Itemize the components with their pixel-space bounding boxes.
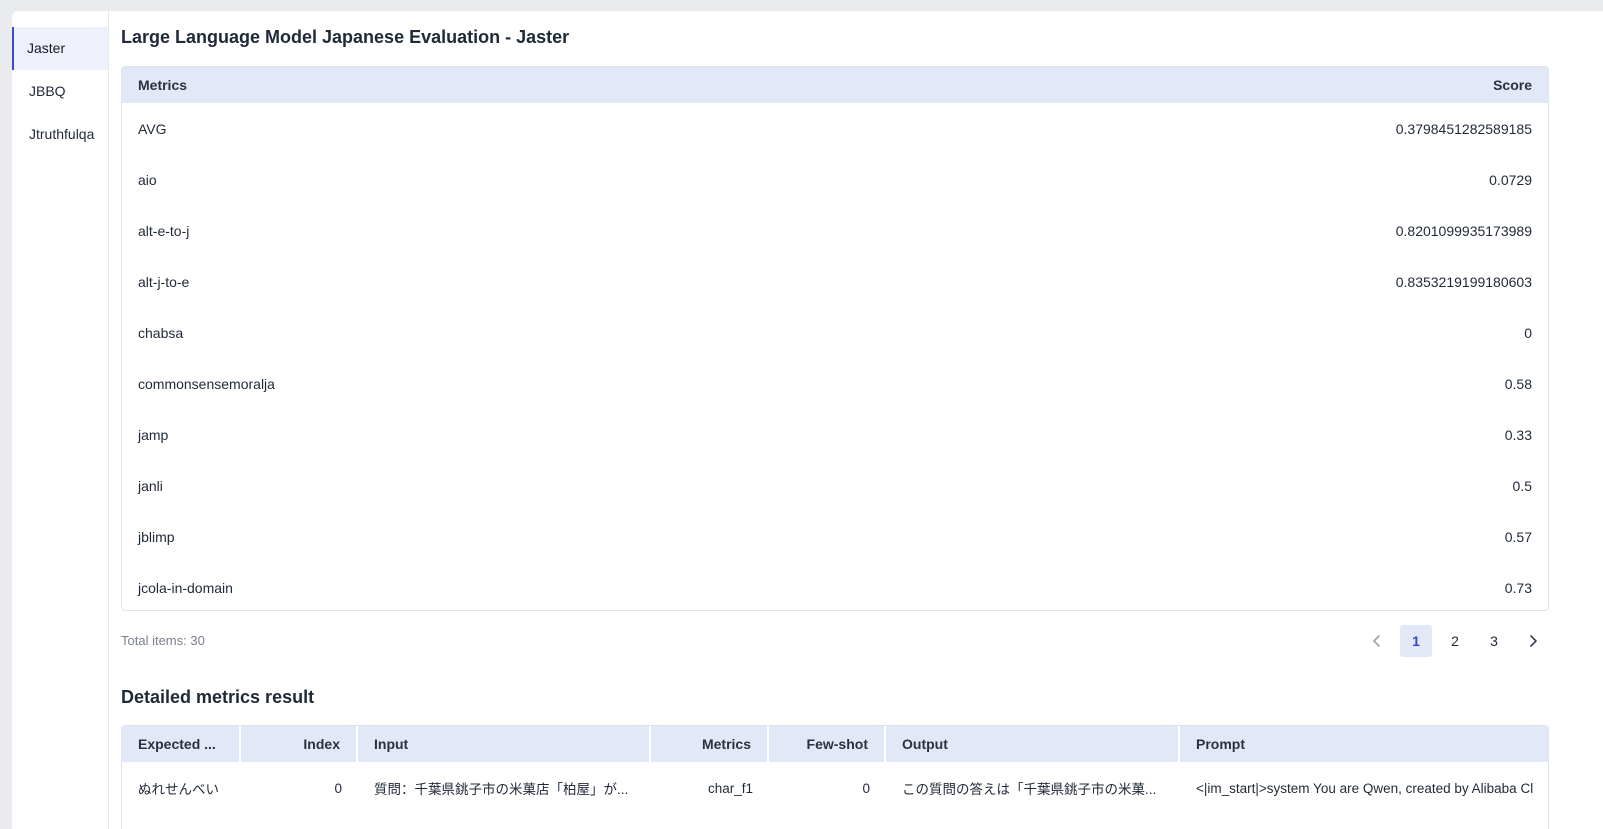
table-row: chabsa 0 [122,307,1548,358]
table-row: jblimp 0.57 [122,511,1548,562]
metric-score: 0.3798451282589185 [1395,120,1532,137]
table-row: jamp 0.33 [122,409,1548,460]
metric-name: alt-j-to-e [138,273,190,290]
app-frame: Jaster JBBQ Jtruthfulqa Large Language M… [12,11,1603,829]
sidebar: Jaster JBBQ Jtruthfulqa [12,11,109,829]
metric-name: alt-e-to-j [138,222,190,239]
column-header-index[interactable]: Index [241,726,358,762]
table-row: jcola-in-domain 0.73 [122,562,1548,610]
table-row: commonsensemoralja 0.58 [122,358,1548,409]
metric-name: jcola-in-domain [138,579,233,596]
table-row: alt-j-to-e 0.8353219199180603 [122,256,1548,307]
prev-page-button[interactable] [1361,625,1393,657]
metric-score: 0.33 [1504,426,1532,443]
metrics-table-header: Metrics Score [122,67,1548,103]
column-header-score[interactable]: Score [1493,77,1532,93]
table-row: ぬれせんべい 0 質問：千葉県銚子市の米菓店「柏屋」が... char_f1 0… [122,762,1548,814]
cell-prompt: <|im_start|>system You are Qwen, created… [1196,780,1534,796]
page-button-1[interactable]: 1 [1400,625,1432,657]
next-page-button[interactable] [1517,625,1549,657]
cell-few-shot: 0 [862,780,870,796]
page-button-2[interactable]: 2 [1439,625,1471,657]
column-header-metrics[interactable]: Metrics [138,77,187,93]
sidebar-item-jtruthfulqa[interactable]: Jtruthfulqa [12,113,108,156]
chevron-left-icon [1373,635,1380,647]
metric-score: 0.8201099935173989 [1395,222,1532,239]
table-row: alt-e-to-j 0.8201099935173989 [122,205,1548,256]
sidebar-item-jaster[interactable]: Jaster [12,27,108,70]
cell-index: 0 [334,780,342,796]
chevron-right-icon [1530,635,1537,647]
table-row: AVG 0.3798451282589185 [122,103,1548,154]
table-row: aio 0.0729 [122,154,1548,205]
metric-score: 0.57 [1504,528,1532,545]
table-row: janli 0.5 [122,460,1548,511]
cell-input: 質問：千葉県銚子市の米菓店「柏屋」が... [374,782,629,797]
column-header-input[interactable]: Input [358,726,651,762]
metric-name: chabsa [138,324,184,341]
detail-section-title: Detailed metrics result [121,687,315,707]
pagination: 1 2 3 [1361,625,1549,657]
metric-name: commonsensemoralja [138,375,275,392]
column-header-prompt[interactable]: Prompt [1180,726,1548,762]
column-header-metrics[interactable]: Metrics [651,726,769,762]
metric-score: 0 [1524,324,1532,341]
column-header-output[interactable]: Output [886,726,1180,762]
metric-score: 0.73 [1504,579,1532,596]
column-header-few-shot[interactable]: Few-shot [769,726,886,762]
column-header-expected[interactable]: Expected ... [122,726,241,762]
metric-score: 0.58 [1504,375,1532,392]
cell-expected: ぬれせんべい [138,782,219,797]
detail-table-header: Expected ... Index Input Metrics Few-sho… [122,726,1548,762]
metric-score: 0.8353219199180603 [1395,273,1532,290]
total-items-label: Total items: 30 [121,633,205,648]
cell-output: この質問の答えは「千葉県銚子市の米菓... [902,782,1157,797]
page-title: Large Language Model Japanese Evaluation… [121,27,570,47]
metric-name: AVG [138,120,167,137]
metric-score: 0.0729 [1489,171,1532,188]
sidebar-item-jbbq[interactable]: JBBQ [12,70,108,113]
metric-name: jblimp [138,528,175,545]
metric-score: 0.5 [1512,477,1532,494]
detail-table: Expected ... Index Input Metrics Few-sho… [121,725,1549,829]
metric-name: aio [138,171,157,188]
page-button-3[interactable]: 3 [1478,625,1510,657]
metric-name: jamp [138,426,169,443]
metrics-table: Metrics Score AVG 0.3798451282589185 aio… [121,66,1549,611]
metric-name: janli [138,477,163,494]
cell-metrics: char_f1 [707,780,753,796]
